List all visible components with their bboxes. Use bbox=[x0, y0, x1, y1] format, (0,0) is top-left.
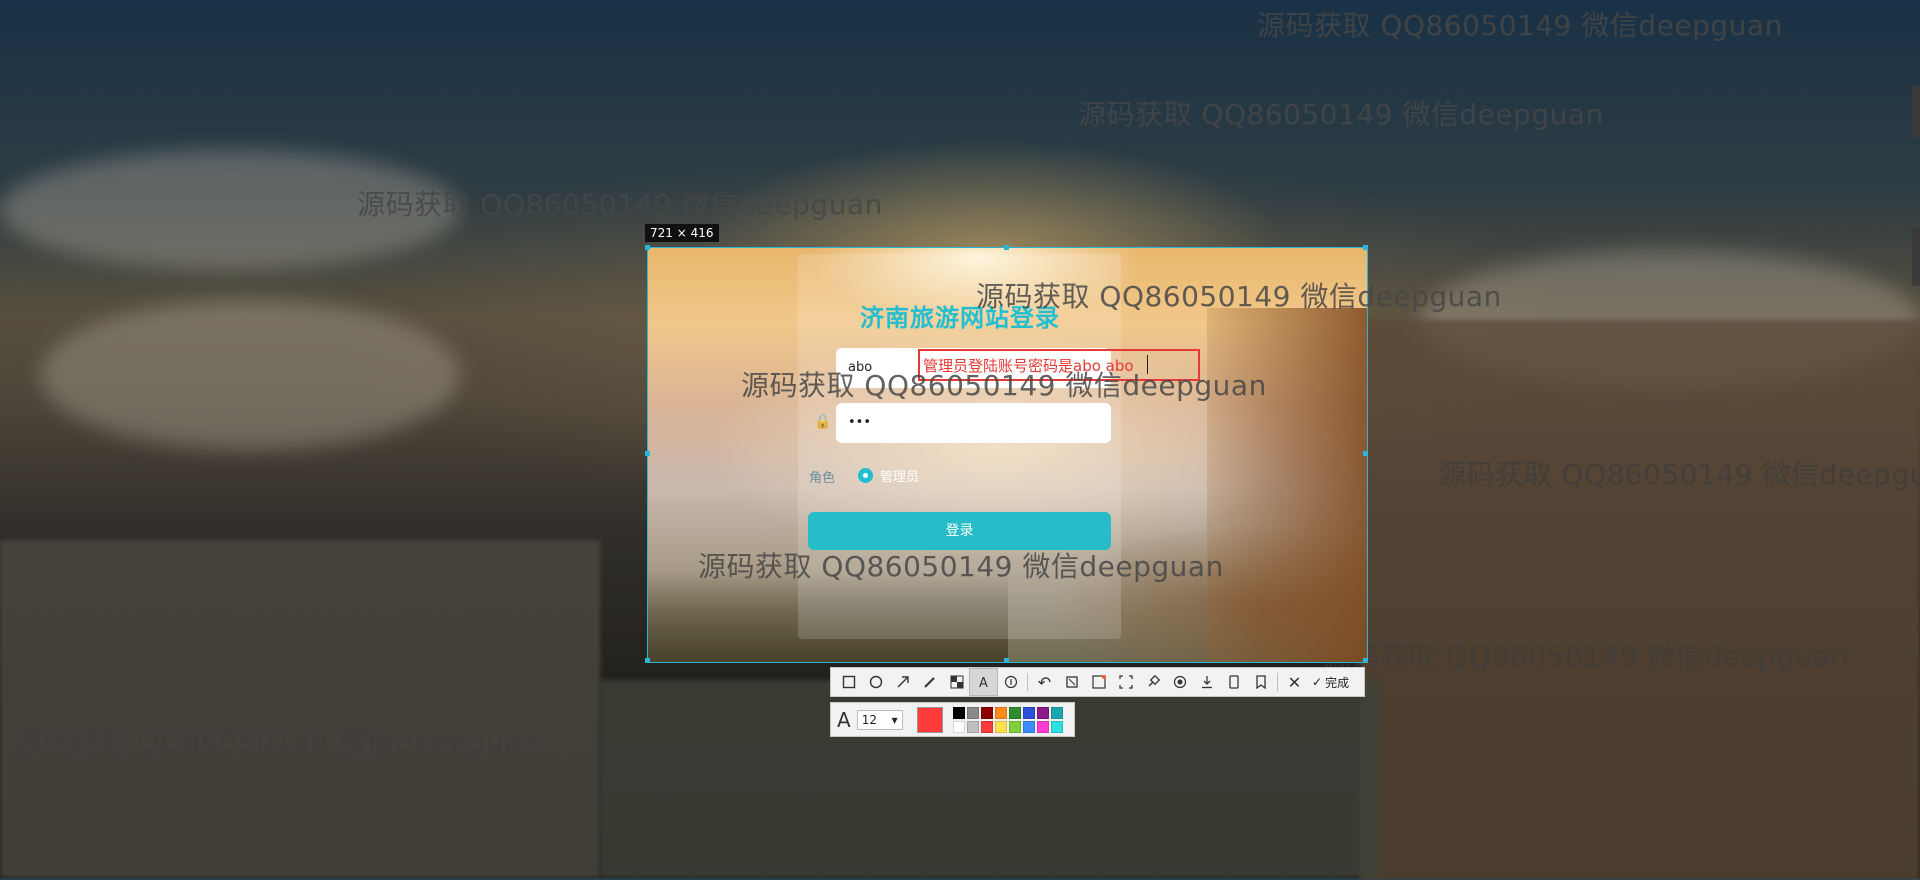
watermark: 源码获取 QQ86050149 微信deepguan bbox=[698, 550, 1224, 583]
scroll-indicator bbox=[1912, 86, 1920, 138]
cliff bbox=[1207, 308, 1367, 662]
pencil-icon[interactable] bbox=[916, 669, 943, 695]
color-swatch[interactable] bbox=[1022, 706, 1035, 719]
color-palette bbox=[952, 706, 1063, 733]
color-swatch[interactable] bbox=[1036, 706, 1049, 719]
color-swatch[interactable] bbox=[980, 706, 993, 719]
ocr-icon[interactable] bbox=[1085, 669, 1112, 695]
watermark: 源码获取 QQ86050149 微信deepguan bbox=[1323, 640, 1849, 673]
scroll-indicator bbox=[1912, 228, 1920, 286]
cancel-icon[interactable]: ✕ bbox=[1281, 669, 1308, 695]
text-options-bar: A 12 ▾ bbox=[830, 702, 1075, 737]
color-swatch[interactable] bbox=[952, 720, 965, 733]
arrow-icon[interactable] bbox=[889, 669, 916, 695]
rock bbox=[0, 540, 600, 878]
text-icon[interactable]: A bbox=[969, 668, 998, 696]
scroll-capture-icon[interactable] bbox=[1112, 669, 1139, 695]
lock-icon: 🔒 bbox=[814, 414, 832, 430]
done-label: 完成 bbox=[1325, 675, 1350, 690]
watermark: 源码获取 QQ86050149 微信deepguan bbox=[357, 188, 883, 221]
role-radio-admin[interactable] bbox=[859, 469, 872, 482]
color-swatch[interactable] bbox=[1036, 720, 1049, 733]
color-swatch[interactable] bbox=[952, 706, 965, 719]
undo-icon[interactable]: ↶ bbox=[1031, 669, 1058, 695]
color-swatch[interactable] bbox=[1008, 706, 1021, 719]
password-field[interactable]: ••• bbox=[836, 403, 1111, 443]
resize-handle[interactable] bbox=[1363, 658, 1368, 663]
pin-icon[interactable] bbox=[1139, 669, 1166, 695]
role-label: 角色 bbox=[809, 471, 836, 486]
chevron-down-icon: ▾ bbox=[891, 712, 898, 727]
resize-handle[interactable] bbox=[1363, 245, 1368, 250]
color-swatch[interactable] bbox=[966, 720, 979, 733]
color-swatch[interactable] bbox=[1022, 720, 1035, 733]
watermark: 源码获取 QQ86050149 微信deepguan bbox=[14, 726, 540, 759]
resize-handle[interactable] bbox=[645, 451, 650, 456]
current-color-swatch[interactable] bbox=[916, 706, 943, 733]
font-icon: A bbox=[837, 707, 851, 732]
watermark: 源码获取 QQ86050149 微信deepguan bbox=[741, 369, 1267, 402]
toolbar-separator bbox=[1027, 673, 1028, 691]
color-swatch[interactable] bbox=[994, 720, 1007, 733]
cloud bbox=[40, 300, 460, 450]
watermark: 源码获取 QQ86050149 微信deepguan bbox=[976, 280, 1502, 313]
color-swatch[interactable] bbox=[1050, 706, 1063, 719]
svg-text:A: A bbox=[979, 676, 988, 689]
watermark: 源码获取 QQ86050149 微信deepguan bbox=[1078, 98, 1604, 131]
toolbar-separator bbox=[1277, 673, 1278, 691]
color-swatch[interactable] bbox=[980, 720, 993, 733]
screenshot-toolbar: A ↶ ✕ ✓ 完成 bbox=[830, 667, 1365, 697]
resize-handle[interactable] bbox=[1004, 245, 1009, 250]
color-swatch[interactable] bbox=[994, 706, 1007, 719]
resize-handle[interactable] bbox=[1004, 658, 1009, 663]
color-swatch[interactable] bbox=[1050, 720, 1063, 733]
color-swatch[interactable] bbox=[1008, 720, 1021, 733]
bookmark-icon[interactable] bbox=[1247, 669, 1274, 695]
cliff bbox=[1360, 320, 1920, 880]
long-screenshot-icon[interactable] bbox=[1220, 669, 1247, 695]
record-icon[interactable] bbox=[1166, 669, 1193, 695]
save-icon[interactable] bbox=[1058, 669, 1085, 695]
download-icon[interactable] bbox=[1193, 669, 1220, 695]
resize-handle[interactable] bbox=[645, 658, 650, 663]
watermark: 源码获取 QQ86050149 微信deepguan bbox=[1257, 9, 1783, 42]
role-option-label: 管理员 bbox=[880, 470, 920, 485]
font-size-select[interactable]: 12 ▾ bbox=[856, 709, 903, 730]
serial-number-icon[interactable] bbox=[997, 669, 1024, 695]
check-icon: ✓ bbox=[1312, 675, 1323, 689]
done-button[interactable]: ✓ 完成 bbox=[1308, 674, 1353, 691]
selection-size-label: 721 × 416 bbox=[645, 224, 719, 242]
rectangle-icon[interactable] bbox=[835, 669, 862, 695]
font-size-value: 12 bbox=[861, 712, 877, 727]
ellipse-icon[interactable] bbox=[862, 669, 889, 695]
color-swatch[interactable] bbox=[966, 706, 979, 719]
mosaic-icon[interactable] bbox=[943, 669, 970, 695]
resize-handle[interactable] bbox=[1363, 451, 1368, 456]
resize-handle[interactable] bbox=[645, 245, 650, 250]
watermark: 源码获取 QQ86050149 微信deepguan bbox=[1438, 458, 1920, 491]
